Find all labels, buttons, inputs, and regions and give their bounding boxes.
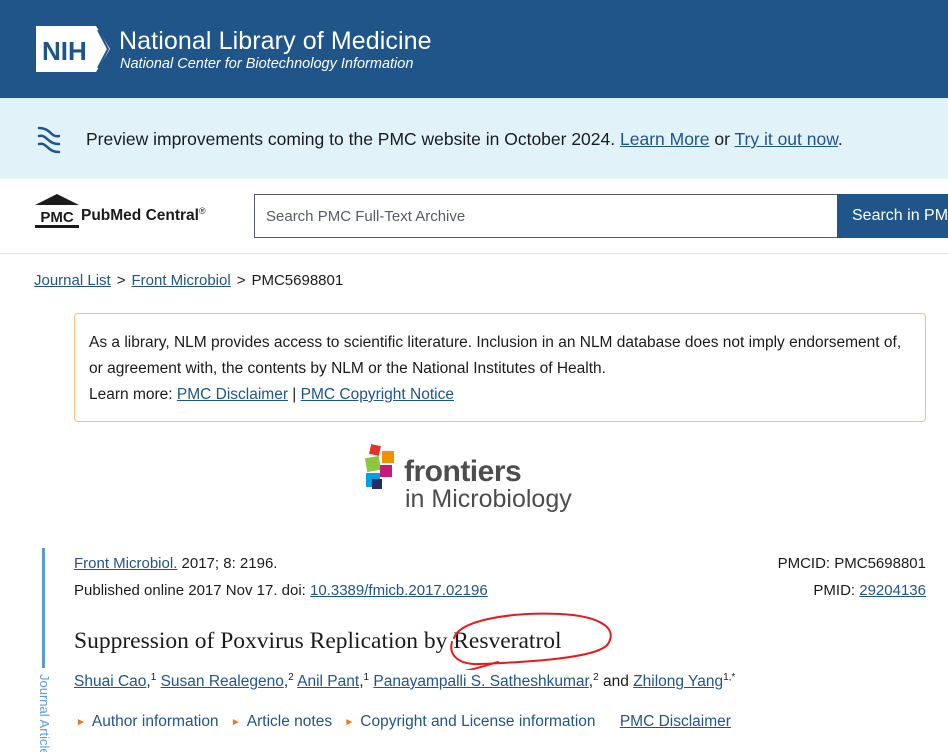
learn-more-label: Learn more: [89,386,173,403]
journal-link[interactable]: Front Microbiol. [74,555,177,572]
breadcrumb-separator: > [116,272,126,289]
triangle-right-icon: ► [230,717,241,728]
frontiers-cubes-icon [364,444,394,489]
journal-logo-line1: frontiers [404,455,522,488]
pmc-logo-name: PubMed Central® [81,206,206,225]
triangle-right-icon: ► [76,717,86,728]
author-affiliation: 2 [288,672,294,683]
disclaimer-text: As a library, NLM provides access to sci… [89,334,902,377]
copyright-toggle[interactable]: ► Copyright and License information [344,713,595,730]
pmid-label: PMID: [813,582,856,599]
pmcid: PMCID: PMC5698801 [777,555,926,572]
nih-title[interactable]: National Library of Medicine [119,27,432,56]
pmc-disclaimer-article-link[interactable]: PMC Disclaimer [620,713,731,730]
published-online: Published online 2017 Nov 17. doi: [74,582,306,599]
frontiers-journal-logo[interactable]: frontiers in Microbiology [362,443,602,519]
citation-left: Front Microbiol. 2017; 8: 2196. Publishe… [74,550,488,604]
nlm-disclaimer-box: As a library, NLM provides access to sci… [74,313,926,422]
citation-right: PMCID: PMC5698801 PMID: 29204136 [778,550,926,604]
author-link[interactable]: Anil Pant [297,673,359,690]
author-affiliation: 1,* [723,672,736,683]
author-information-label: Author information [91,713,219,730]
author-link[interactable]: Susan Realegeno [161,673,284,690]
pmc-logo[interactable]: PMC PubMed Central® [34,193,234,231]
nih-subtitle: National Center for Biotechnology Inform… [120,56,414,72]
banner-or: or [714,129,730,149]
nih-header: NIH National Library of Medicine Nationa… [0,0,948,98]
article-info-links: ► Author information ► Article notes ► Copy… [76,713,731,731]
banner-text: Preview improvements coming to the PMC w… [86,129,843,150]
banner-message: Preview improvements coming to the PMC w… [86,129,616,149]
author-link[interactable]: Zhilong Yang [633,673,723,690]
disclaimer-divider: | [292,386,297,403]
pmc-name-text: PubMed Central [81,207,199,225]
pmid-line: PMID: 29204136 [778,577,926,604]
try-it-out-link[interactable]: Try it out now [734,129,837,149]
journal-article-tab-line [42,548,45,668]
citation-year-vol: 2017; 8: 2196. [181,555,278,572]
breadcrumb-separator: > [236,272,246,289]
citation-journal-line: Front Microbiol. 2017; 8: 2196. [74,550,488,577]
author-affiliation: 1 [150,672,157,683]
article-notes-label: Article notes [246,713,333,730]
registered-mark: ® [198,206,206,216]
breadcrumb: Journal List > Front Microbiol > PMC5698801 [34,272,343,289]
authors-list: Shuai Cao,1 Susan Realegeno,2 Anil Pant,… [74,672,736,691]
search-input[interactable] [254,194,838,238]
authors-and: and [602,673,629,691]
author-affiliation: 2 [593,672,599,683]
breadcrumb-current: PMC5698801 [251,272,344,289]
triangle-right-icon: ► [344,717,355,728]
author-link[interactable]: Panayampalli S. Satheshkumar [373,673,588,690]
doi-link[interactable]: 10.3389/fmicb.2017.02196 [310,582,488,599]
journal-article-tab-label: Journal Article [37,674,52,752]
search-button[interactable]: Search in PMC [837,194,948,238]
disclaimer-learn-more: Learn more: PMC Disclaimer | PMC Copyrig… [89,382,911,408]
author-information-toggle[interactable]: ► Author information [76,713,219,730]
pmc-copyright-link[interactable]: PMC Copyright Notice [301,386,454,403]
pmc-mark-text: PMC [40,209,74,226]
author-affiliation: 1 [363,672,370,683]
red-circle-annotation [450,612,612,670]
citation-published-line: Published online 2017 Nov 17. doi: 10.33… [74,577,488,604]
nih-logo-icon[interactable]: NIH [34,24,112,74]
copyright-label: Copyright and License information [360,713,596,730]
pmc-building-icon: PMC [35,194,79,228]
learn-more-link[interactable]: Learn More [620,129,710,149]
author-link[interactable]: Shuai Cao [74,673,146,690]
journal-logo-line2: in Microbiology [405,485,572,513]
pmid-link[interactable]: 29204136 [859,582,926,599]
breadcrumb-front-microbiol[interactable]: Front Microbiol [131,272,230,289]
dna-helix-icon [37,126,61,154]
nih-logo-text: NIH [42,36,87,66]
banner-period: . [837,129,843,149]
breadcrumb-journal-list[interactable]: Journal List [34,272,111,289]
pmc-disclaimer-link[interactable]: PMC Disclaimer [177,386,288,403]
article-notes-toggle[interactable]: ► Article notes [231,713,332,730]
